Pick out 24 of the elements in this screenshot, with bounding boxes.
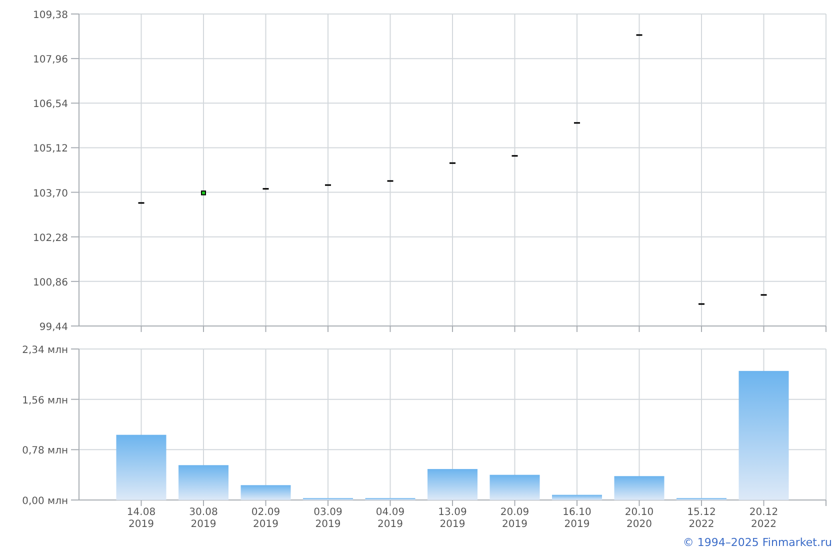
axis-label: 103,70: [33, 188, 68, 200]
axis-label: 106,54: [33, 99, 68, 110]
axis-label: 14.08 2019: [126, 507, 156, 530]
axis-label: 100,86: [33, 277, 68, 288]
axis-label: 13.09 2019: [438, 507, 467, 530]
axis-label: 20.10 2020: [624, 507, 654, 530]
axis-label: 20.09 2019: [500, 507, 530, 530]
axis-label: 04.09 2019: [376, 507, 405, 530]
axis-label: 2,34 млн: [22, 345, 68, 356]
axis-label: 105,12: [33, 144, 68, 155]
axis-label: 109,38: [33, 10, 68, 21]
axis-label: 99,44: [39, 322, 68, 333]
axis-label: 02.09 2019: [251, 507, 280, 530]
axis-label: 15.12 2022: [687, 507, 716, 530]
axis-label: 102,28: [33, 232, 68, 244]
axis-label: 30.08 2019: [189, 507, 218, 530]
axis-label: 0,78 млн: [22, 446, 68, 457]
axis-label: 20.12 2022: [749, 507, 778, 530]
axis-label: 0,00 млн: [22, 496, 68, 507]
copyright-text: © 1994–2025 Finmarket.ru: [682, 535, 832, 550]
axis-label: 16.10 2019: [562, 507, 592, 530]
axis-label: 107,96: [33, 54, 68, 66]
axis-label: 03.09 2019: [314, 507, 342, 530]
axis-label: 1,56 млн: [22, 395, 68, 406]
